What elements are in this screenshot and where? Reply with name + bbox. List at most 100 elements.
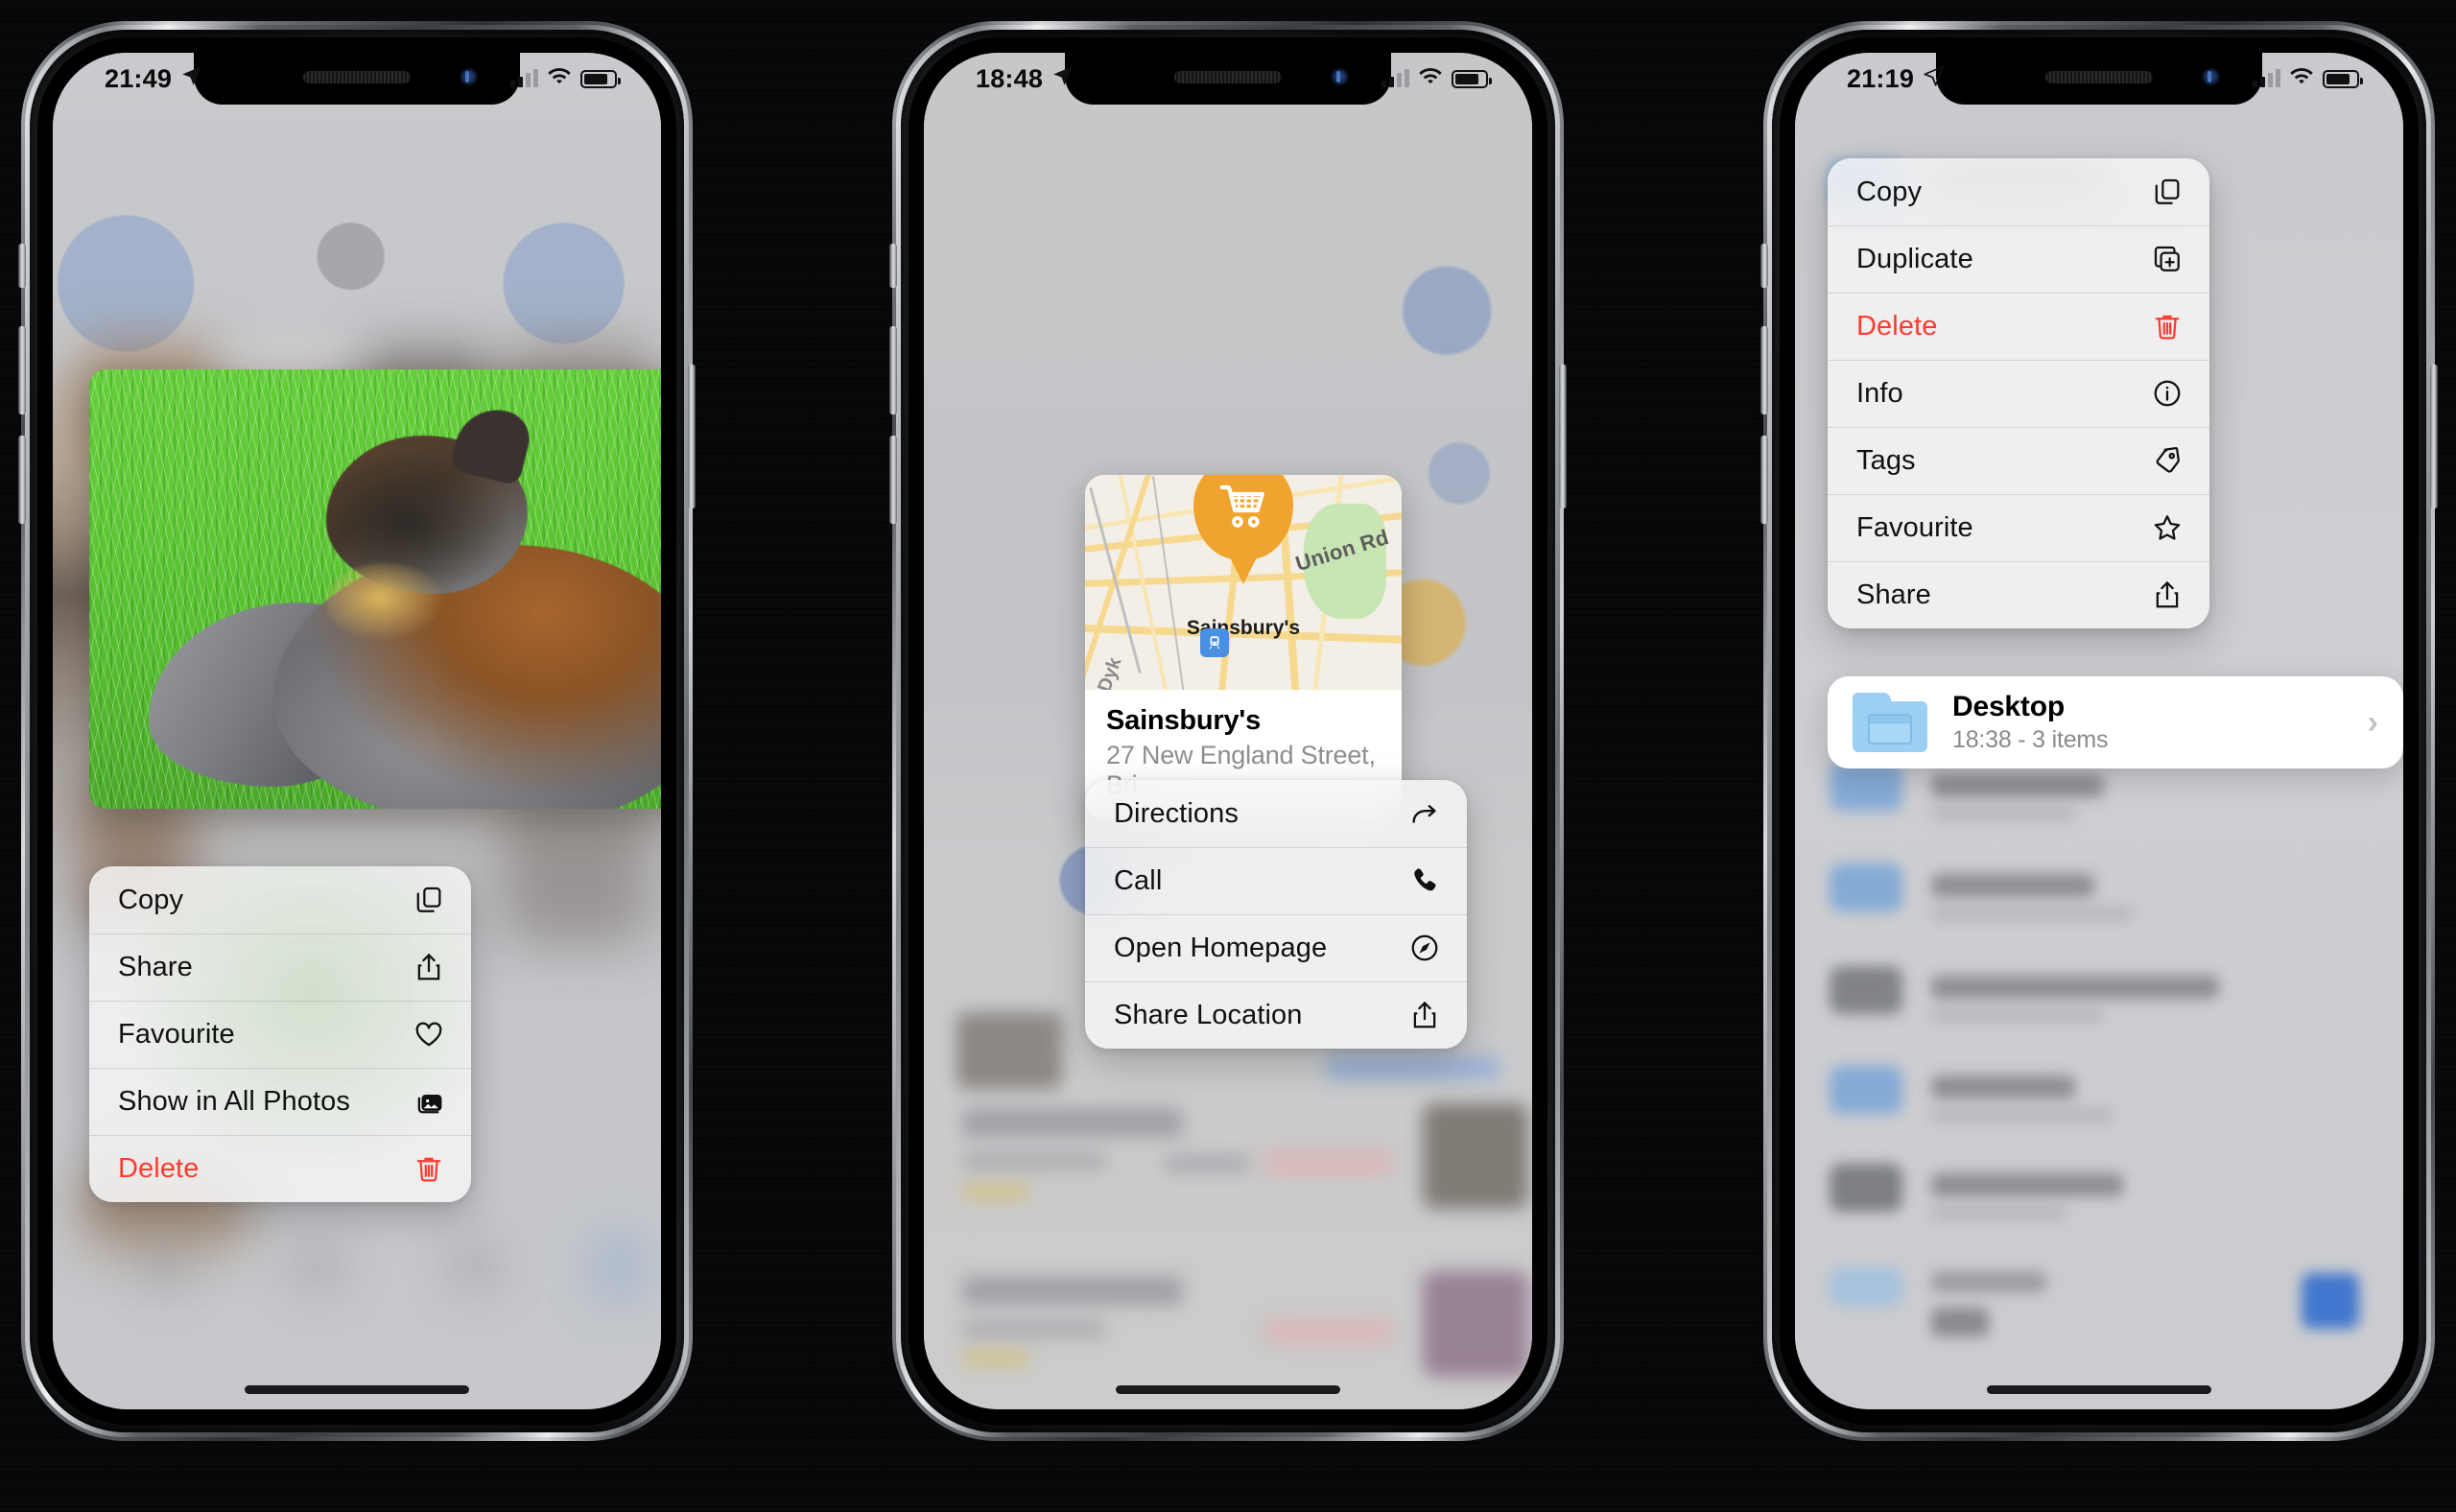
location-arrow-icon xyxy=(1051,63,1075,95)
menu-item-copy[interactable]: Copy xyxy=(1828,158,2209,225)
tag-icon xyxy=(2150,443,2184,478)
menu-item-label: Directions xyxy=(1114,797,1239,829)
menu-item-label: Share Location xyxy=(1114,999,1303,1030)
menu-item-label: Copy xyxy=(1856,176,1923,207)
menu-item-label: Tags xyxy=(1856,444,1916,476)
status-right xyxy=(510,67,621,91)
phone-screen-files: 21:19 Copy Duplicate Delete Info Tags Fa… xyxy=(1795,53,2403,1409)
location-arrow-icon xyxy=(1922,63,1947,95)
phone-screen-maps: 18:48 Sainsbury's Union Rd Dyk Sainsbury… xyxy=(924,53,1532,1409)
location-arrow-icon xyxy=(179,63,204,95)
volume-down-button[interactable] xyxy=(1760,436,1768,524)
file-meta: 18:38 - 3 items xyxy=(1952,726,2109,753)
cellular-bars-icon xyxy=(510,69,538,87)
wifi-icon xyxy=(1418,67,1443,91)
directions-arrow-icon xyxy=(1407,796,1442,831)
phone-screen-photos: 21:49 Copy Share Favourite Show in All P… xyxy=(53,53,661,1409)
status-bar: 21:49 xyxy=(53,53,661,105)
photo-preview[interactable] xyxy=(89,369,661,809)
photos-stack-icon xyxy=(412,1084,446,1119)
menu-item-share[interactable]: Share xyxy=(89,933,471,1001)
menu-item-favourite[interactable]: Favourite xyxy=(89,1001,471,1068)
star-icon xyxy=(2150,510,2184,545)
place-preview-card[interactable]: Sainsbury's Union Rd Dyk Sainsbury's 27 … xyxy=(1085,475,1402,819)
status-time: 21:49 xyxy=(105,63,173,93)
menu-item-call[interactable]: Call xyxy=(1085,847,1467,914)
volume-up-button[interactable] xyxy=(889,326,897,414)
status-bar: 21:19 xyxy=(1795,53,2403,105)
menu-item-share[interactable]: Share xyxy=(1828,561,2209,628)
battery-icon xyxy=(2323,69,2363,88)
map-road-label-dyke: Dyk xyxy=(1094,654,1126,690)
wifi-icon xyxy=(2289,67,2314,91)
home-indicator[interactable] xyxy=(1987,1385,2211,1394)
status-right xyxy=(1382,67,1492,91)
cellular-bars-icon xyxy=(1382,69,1409,87)
context-menu-photos[interactable]: Copy Share Favourite Show in All Photos … xyxy=(89,866,471,1202)
copy-icon xyxy=(2150,175,2184,209)
trash-icon xyxy=(412,1151,446,1186)
battery-icon xyxy=(1452,69,1492,88)
silent-switch[interactable] xyxy=(889,244,897,288)
menu-item-share-location[interactable]: Share Location xyxy=(1085,981,1467,1049)
menu-item-info[interactable]: Info xyxy=(1828,360,2209,427)
volume-down-button[interactable] xyxy=(889,436,897,524)
power-button[interactable] xyxy=(1559,365,1567,508)
menu-item-label: Show in All Photos xyxy=(118,1085,350,1117)
wifi-icon xyxy=(547,67,572,91)
folder-icon xyxy=(1853,693,1927,752)
home-indicator[interactable] xyxy=(245,1385,469,1394)
menu-item-label: Copy xyxy=(118,884,184,915)
copy-icon xyxy=(412,883,446,917)
train-icon xyxy=(1200,628,1229,657)
menu-item-label: Favourite xyxy=(118,1018,235,1050)
menu-item-directions[interactable]: Directions xyxy=(1085,780,1467,847)
phone-maps: 18:48 Sainsbury's Union Rd Dyk Sainsbury… xyxy=(889,21,1567,1441)
heart-icon xyxy=(412,1017,446,1051)
menu-item-copy[interactable]: Copy xyxy=(89,866,471,933)
status-left: 21:19 xyxy=(1847,63,1947,95)
menu-item-duplicate[interactable]: Duplicate xyxy=(1828,225,2209,293)
menu-item-label: Info xyxy=(1856,377,1903,409)
power-button[interactable] xyxy=(2430,365,2438,508)
menu-item-label: Favourite xyxy=(1856,511,1973,543)
menu-item-label: Delete xyxy=(1856,310,1938,342)
home-indicator[interactable] xyxy=(1116,1385,1340,1394)
safari-compass-icon xyxy=(1407,931,1442,965)
shopping-cart-icon xyxy=(1219,484,1264,528)
context-menu-files[interactable]: Copy Duplicate Delete Info Tags Favourit… xyxy=(1828,158,2209,628)
context-menu-maps[interactable]: Directions Call Open Homepage Share Loca… xyxy=(1085,780,1467,1049)
duplicate-icon xyxy=(2150,242,2184,276)
menu-item-label: Call xyxy=(1114,864,1163,896)
battery-icon xyxy=(580,69,621,88)
share-icon xyxy=(2150,578,2184,612)
status-bar: 18:48 xyxy=(924,53,1532,105)
volume-up-button[interactable] xyxy=(18,326,26,414)
trash-icon xyxy=(2150,309,2184,343)
cat-chest xyxy=(326,562,445,642)
file-row-desktop[interactable]: Desktop 18:38 - 3 items › xyxy=(1828,676,2403,768)
menu-item-label: Delete xyxy=(118,1152,200,1184)
silent-switch[interactable] xyxy=(18,244,26,288)
menu-item-tags[interactable]: Tags xyxy=(1828,427,2209,494)
menu-item-delete[interactable]: Delete xyxy=(89,1135,471,1202)
menu-item-favourite[interactable]: Favourite xyxy=(1828,494,2209,561)
file-name: Desktop xyxy=(1952,691,2065,722)
status-left: 18:48 xyxy=(976,63,1075,95)
place-title: Sainsbury's xyxy=(1106,705,1262,736)
card-map-thumbnail: Sainsbury's Union Rd Dyk xyxy=(1085,475,1402,690)
menu-item-open-homepage[interactable]: Open Homepage xyxy=(1085,914,1467,981)
menu-item-delete[interactable]: Delete xyxy=(1828,293,2209,360)
share-icon xyxy=(412,950,446,984)
silent-switch[interactable] xyxy=(1760,244,1768,288)
menu-item-label: Open Homepage xyxy=(1114,932,1328,963)
power-button[interactable] xyxy=(688,365,696,508)
phone-photos: 21:49 Copy Share Favourite Show in All P… xyxy=(18,21,696,1441)
status-right xyxy=(2253,67,2363,91)
phone-icon xyxy=(1407,863,1442,898)
volume-down-button[interactable] xyxy=(18,436,26,524)
menu-item-show-in-all-photos[interactable]: Show in All Photos xyxy=(89,1068,471,1135)
volume-up-button[interactable] xyxy=(1760,326,1768,414)
status-time: 18:48 xyxy=(976,63,1044,93)
info-icon xyxy=(2150,376,2184,411)
